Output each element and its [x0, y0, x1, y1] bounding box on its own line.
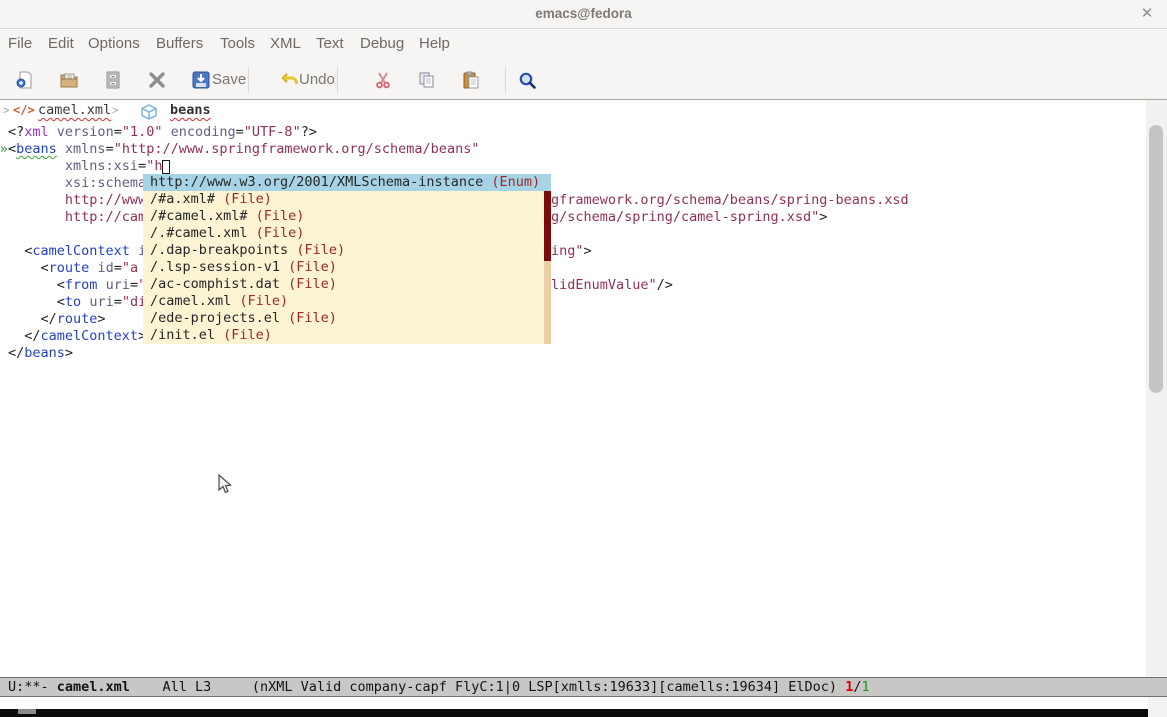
editor-scrollbar-thumb[interactable] [1149, 125, 1163, 393]
completion-item[interactable]: /.lsp-session-v1 (File) [143, 259, 551, 276]
title-bar: emacs@fedora ✕ [0, 0, 1167, 29]
paste-icon[interactable] [462, 71, 480, 89]
toolbar-separator [505, 67, 506, 93]
text-cursor [162, 160, 170, 174]
completion-popup: http://www.w3.org/2001/XMLSchema-instanc… [143, 174, 551, 344]
code-line: </route> [8, 311, 106, 328]
code-line: gframework.org/schema/beans/spring-beans… [551, 192, 909, 209]
code-line: http://cam [8, 209, 146, 226]
window-title: emacs@fedora [0, 6, 1167, 21]
completion-item[interactable]: /#a.xml# (File) [143, 191, 551, 208]
mode-line: U:**- camel.xml All L3 (nXML Valid compa… [0, 677, 1167, 697]
completion-item[interactable]: http://www.w3.org/2001/XMLSchema-instanc… [143, 174, 551, 191]
code-line: <from uri=" [8, 277, 146, 294]
new-file-icon[interactable] [16, 71, 34, 89]
code-line: </beans> [8, 345, 73, 362]
code-line: http://www [8, 192, 146, 209]
modeline-flags: U:**- [8, 679, 57, 695]
completion-item[interactable]: /camel.xml (File) [143, 293, 551, 310]
completion-item[interactable]: /.#camel.xml (File) [143, 225, 551, 242]
menu-xml[interactable]: XML [270, 35, 301, 52]
code-line: ing"> [551, 243, 592, 260]
menu-text[interactable]: Text [316, 35, 344, 52]
emacs-window: emacs@fedora ✕ File Edit Options Buffers Too… [0, 0, 1167, 717]
flycheck-ok-count[interactable]: 1 [861, 679, 869, 695]
menubar: File Edit Options Buffers Tools XML Text Debug H… [0, 30, 1167, 60]
search-icon[interactable] [518, 71, 536, 89]
menu-file[interactable]: File [8, 35, 32, 52]
code-line: g/schema/spring/camel-spring.xsd"> [551, 209, 827, 226]
completion-item[interactable]: /ac-comphist.dat (File) [143, 276, 551, 293]
menu-debug[interactable]: Debug [360, 35, 404, 52]
code-line: <beans xmlns="http://www.springframework… [8, 141, 479, 158]
code-line: lidEnumValue"/> [551, 277, 673, 294]
menu-tools[interactable]: Tools [220, 35, 255, 52]
code-line: xmlns:xsi="h [8, 158, 162, 175]
completion-item[interactable]: /init.el (File) [143, 327, 551, 344]
mouse-cursor-icon [218, 474, 232, 494]
save-button[interactable]: Save [212, 71, 246, 88]
completion-item[interactable]: /.dap-breakpoints (File) [143, 242, 551, 259]
open-folder-icon[interactable] [60, 71, 78, 89]
toolbar-separator [337, 67, 338, 93]
completion-item[interactable]: /#camel.xml# (File) [143, 208, 551, 225]
menu-options[interactable]: Options [88, 35, 140, 52]
code-line: <to uri="di [8, 294, 146, 311]
code-line: <route id="a [8, 260, 138, 277]
modeline-buffer-name[interactable]: camel.xml [57, 679, 130, 695]
toolbar-separator [248, 67, 249, 93]
cut-icon[interactable] [374, 71, 392, 89]
bottom-strip [0, 709, 1148, 717]
toolbar: Save Undo [0, 60, 1167, 100]
code-line: xsi:schema [8, 175, 146, 192]
menu-edit[interactable]: Edit [48, 35, 74, 52]
copy-icon[interactable] [418, 71, 436, 89]
editor-buffer[interactable]: > </> camel.xml > beans » <?xml version=… [0, 100, 1167, 677]
modeline-modes[interactable]: All L3 (nXML Valid company-capf FlyC:1|0… [130, 679, 845, 695]
completion-item[interactable]: /ede-projects.el (File) [143, 310, 551, 327]
bottom-corner [1148, 697, 1167, 717]
code-line: <?xml version="1.0" encoding="UTF-8"?> [8, 124, 317, 141]
undo-icon[interactable] [281, 71, 299, 89]
file-cabinet-icon[interactable] [104, 71, 122, 89]
menu-buffers[interactable]: Buffers [156, 35, 203, 52]
save-icon[interactable] [192, 71, 210, 89]
close-window-icon[interactable]: ✕ [1137, 4, 1157, 24]
menu-help[interactable]: Help [419, 35, 450, 52]
undo-button[interactable]: Undo [299, 71, 335, 88]
code-line: </camelContext> [8, 328, 146, 345]
close-buffer-icon[interactable] [148, 71, 166, 89]
code-line: <camelContext i [8, 243, 146, 260]
resize-grip[interactable] [18, 709, 36, 714]
